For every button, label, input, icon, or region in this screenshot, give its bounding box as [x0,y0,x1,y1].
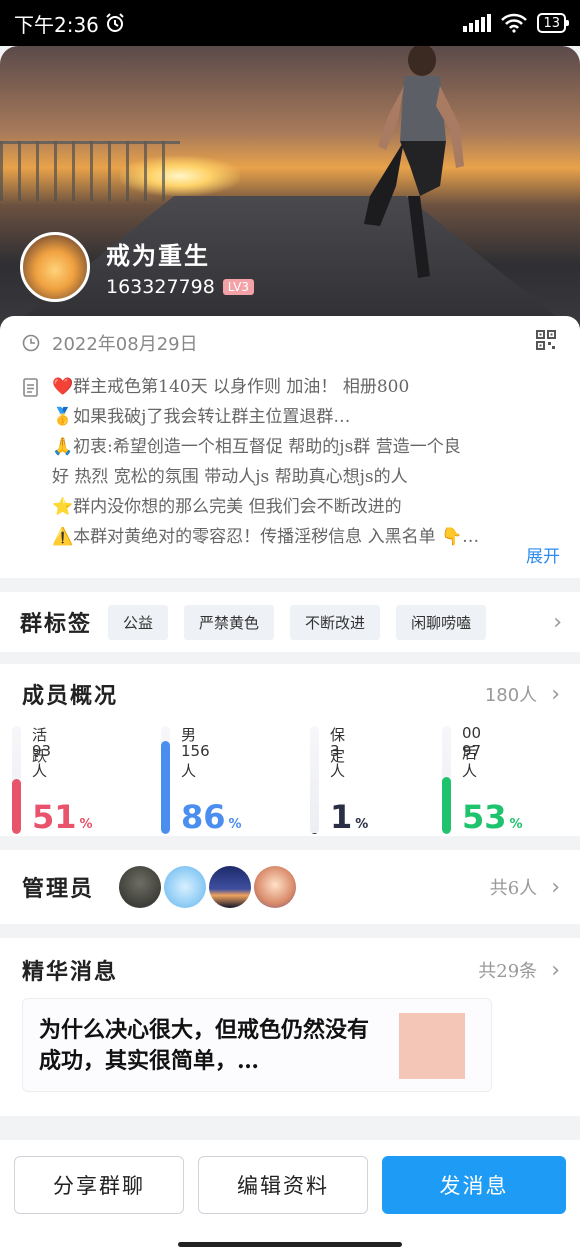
essence-title: 精华消息 [22,959,119,985]
group-cover-image[interactable] [0,46,580,336]
description-line: 🥇如果我破j了我会转让群主位置退群… [52,407,351,427]
status-right: 13 [463,13,569,33]
essence-messages: 精华消息 共29条 › 为什么决心很大，但戒色仍然没有成功，其实很简单，… [0,938,580,1116]
expand-description-link[interactable]: 展开 [526,542,560,567]
guard-rail [0,141,180,201]
stat-count: 97人 [462,742,482,780]
description-line: ⭐群内没你想的那么完美 但我们会不断改进的 [52,497,402,517]
description-line: ⚠️本群对黄绝对的零容忍！传播淫秽信息 入黑名单 👇… [52,527,480,547]
essence-message-text: 为什么决心很大，但戒色仍然没有成功，其实很简单，… [39,1017,370,1074]
stat-bar-fill [161,741,170,834]
tags-title: 群标签 [20,611,93,637]
battery-icon: 13 [537,13,569,33]
members-overview[interactable]: 成员概况 180人 › 活跃 93人 51% 男 156人 86% 保定 3人 … [0,664,580,836]
document-icon [23,378,38,397]
members-count: 180人 [484,685,538,706]
status-time-group: 下午2:36 [14,9,125,38]
created-date-row: 2022年08月29日 [22,330,560,356]
avatar[interactable] [119,866,162,908]
stat-percent-value: 53 [462,798,507,836]
status-time: 下午2:36 [14,12,99,37]
essence-message-card[interactable]: 为什么决心很大，但戒色仍然没有成功，其实很简单，… [22,998,492,1092]
stat-count: 3人 [330,742,346,780]
alarm-icon [106,13,124,32]
essence-thumbnail [399,1013,465,1079]
group-avatar[interactable] [20,232,90,302]
battery-level: 13 [543,15,560,31]
admins-title: 管理员 [22,876,95,902]
chevron-right-icon[interactable]: › [551,875,560,900]
runner-figure [364,46,464,278]
description-line: 好 热烈 宽松的氛围 带动人js 帮助真心想js的人 [52,467,408,487]
group-info-card: 2022年08月29日 ❤️群主戒色第140天 以身作则 加油！ 相册800 🥇… [0,316,580,578]
status-bar: 下午2:36 13 [0,0,580,46]
group-tags-row[interactable]: 群标签 公益 严禁黄色 不断改进 闲聊唠嗑 › [0,592,580,652]
stat-count: 156人 [181,742,210,780]
chevron-right-icon[interactable]: › [551,958,560,983]
chevron-right-icon[interactable]: › [551,682,560,707]
stat-bar-fill [442,776,451,834]
stat-percent-value: 51 [32,798,77,836]
chevron-right-icon[interactable]: › [553,610,562,635]
group-name: 戒为重生 [106,241,210,270]
home-indicator [178,1242,402,1247]
share-group-button[interactable]: 分享群聊 [14,1156,184,1214]
wifi-icon [501,13,528,33]
group-id: 163327798 [106,276,215,298]
stat-count: 93人 [32,742,52,780]
group-id-row: 163327798 LV3 [106,276,255,298]
tag-chip[interactable]: 公益 [108,604,169,640]
stat-percent: 86% [181,798,242,836]
admins-count: 共6人 [489,878,538,899]
created-date: 2022年08月29日 [52,334,198,355]
bottom-action-bar: 分享群聊 编辑资料 发消息 [0,1140,580,1257]
essence-header[interactable]: 精华消息 共29条 › [0,938,580,986]
stat-percent: 53% [462,798,523,836]
send-message-button[interactable]: 发消息 [382,1156,566,1214]
stat-bar [442,726,451,834]
signal-icon [463,14,492,32]
stat-bar [310,726,319,834]
stat-bar-fill [310,832,319,834]
percent-unit: % [228,817,242,832]
avatar[interactable] [209,866,252,908]
stat-bar-fill [12,778,21,834]
edit-profile-button[interactable]: 编辑资料 [198,1156,368,1214]
members-title: 成员概况 [22,683,119,709]
members-header: 成员概况 180人 › [0,664,580,710]
group-info: 2022年08月29日 ❤️群主戒色第140天 以身作则 加油！ 相册800 🥇… [0,316,580,578]
avatar[interactable] [254,866,297,908]
qr-code-icon[interactable] [536,330,556,350]
stat-percent-value: 86 [181,798,226,836]
tag-chip[interactable]: 不断改进 [290,604,381,640]
level-badge: LV3 [222,279,255,295]
stat-percent: 51% [32,798,93,836]
description-line: 🙏初衷:希望创造一个相互督促 帮助的js群 营造一个良 [52,437,461,457]
admins-row[interactable]: 管理员 共6人 › [0,850,580,924]
essence-count: 共29条 [478,961,538,982]
avatar[interactable] [164,866,207,908]
member-stats: 活跃 93人 51% 男 156人 86% 保定 3人 1% 00后 97人 5… [0,724,580,836]
percent-unit: % [509,817,523,832]
stat-bar [12,726,21,834]
description-line: ❤️群主戒色第140天 以身作则 加油！ 相册800 [52,377,410,397]
tag-chip[interactable]: 严禁黄色 [184,604,275,640]
stat-bar [161,726,170,834]
stat-percent: 1% [330,798,368,836]
description-lines: ❤️群主戒色第140天 以身作则 加油！ 相册800 🥇如果我破j了我会转让群主… [52,372,552,552]
percent-unit: % [355,817,369,832]
clock-icon [22,334,40,352]
percent-unit: % [79,817,93,832]
stat-percent-value: 1 [330,798,353,836]
tag-chip[interactable]: 闲聊唠嗑 [396,604,487,640]
group-description: ❤️群主戒色第140天 以身作则 加油！ 相册800 🥇如果我破j了我会转让群主… [22,372,560,552]
